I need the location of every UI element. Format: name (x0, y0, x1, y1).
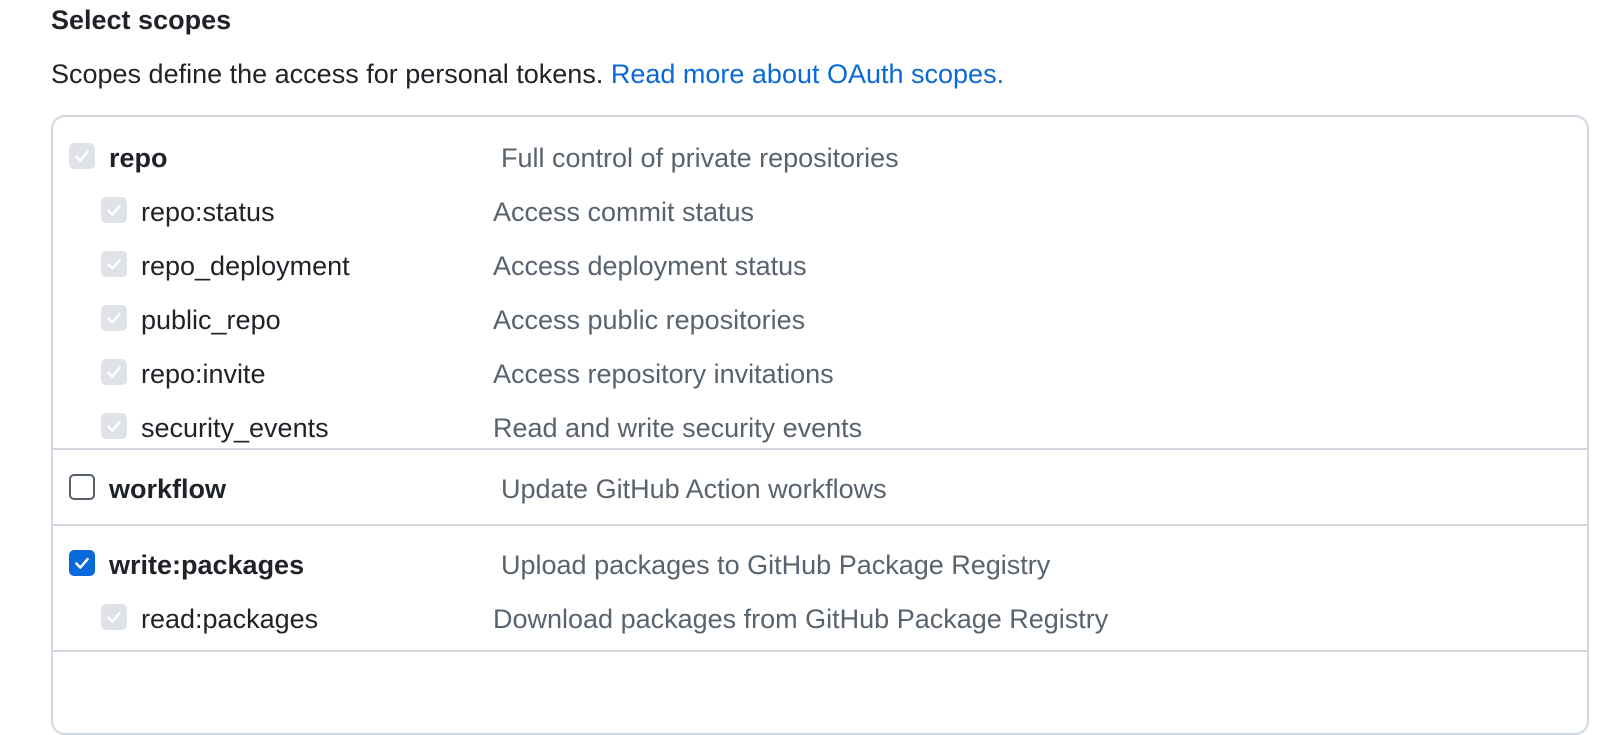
check-icon (107, 258, 121, 270)
scope-row-write-packages: write:packages Upload packages to GitHub… (53, 536, 1587, 590)
public-repo-checkbox[interactable] (101, 305, 127, 331)
check-icon (75, 557, 89, 569)
scope-group-repo: repo Full control of private repositorie… (53, 117, 1587, 450)
check-icon (107, 204, 121, 216)
oauth-scopes-link[interactable]: Read more about OAuth scopes. (611, 59, 1004, 89)
section-description: Scopes define the access for personal to… (51, 56, 1004, 92)
repo-invite-checkbox[interactable] (101, 359, 127, 385)
scope-name: repo:invite (141, 359, 266, 389)
scope-list: repo Full control of private repositorie… (51, 115, 1589, 735)
scope-row-workflow: workflow Update GitHub Action workflows (53, 460, 1587, 514)
scope-name: public_repo (141, 305, 281, 335)
scope-description: Read and write security events (493, 413, 863, 443)
scope-description: Access public repositories (493, 305, 806, 335)
scope-name: security_events (141, 413, 329, 443)
scope-name: write:packages (109, 550, 305, 580)
check-icon (75, 150, 89, 162)
repo-checkbox[interactable] (69, 143, 95, 169)
section-title: Select scopes (51, 5, 232, 35)
scope-group-packages: write:packages Upload packages to GitHub… (53, 526, 1587, 652)
scope-name: read:packages (141, 604, 319, 634)
scope-name: repo (109, 143, 168, 173)
check-icon (107, 312, 121, 324)
repo-status-checkbox[interactable] (101, 197, 127, 223)
scope-description: Access commit status (493, 197, 755, 227)
scope-description: Access deployment status (493, 251, 807, 281)
security-events-checkbox[interactable] (101, 413, 127, 439)
repo-deployment-checkbox[interactable] (101, 251, 127, 277)
scope-description: Access repository invitations (493, 359, 834, 389)
description-text: Scopes define the access for personal to… (51, 59, 604, 89)
scope-row-read-packages: read:packages Download packages from Git… (53, 590, 1587, 644)
scope-description: Full control of private repositories (501, 143, 899, 173)
write-packages-checkbox[interactable] (69, 550, 95, 576)
workflow-checkbox[interactable] (69, 474, 95, 500)
check-icon (107, 611, 121, 623)
check-icon (107, 420, 121, 432)
scope-description: Update GitHub Action workflows (501, 474, 887, 504)
scope-name: repo_deployment (141, 251, 350, 281)
scope-row-repo-status: repo:status Access commit status (53, 183, 1587, 237)
scope-name: workflow (109, 474, 227, 504)
scope-row-repo-invite: repo:invite Access repository invitation… (53, 345, 1587, 399)
scope-row-repo: repo Full control of private repositorie… (53, 129, 1587, 183)
check-icon (107, 366, 121, 378)
scope-group-workflow: workflow Update GitHub Action workflows (53, 450, 1587, 526)
read-packages-checkbox[interactable] (101, 604, 127, 630)
scope-row-public-repo: public_repo Access public repositories (53, 291, 1587, 345)
scope-row-repo-deployment: repo_deployment Access deployment status (53, 237, 1587, 291)
scope-name: repo:status (141, 197, 275, 227)
scope-row-security-events: security_events Read and write security … (53, 399, 1587, 453)
scope-description: Upload packages to GitHub Package Regist… (501, 550, 1051, 580)
scope-description: Download packages from GitHub Package Re… (493, 604, 1109, 634)
